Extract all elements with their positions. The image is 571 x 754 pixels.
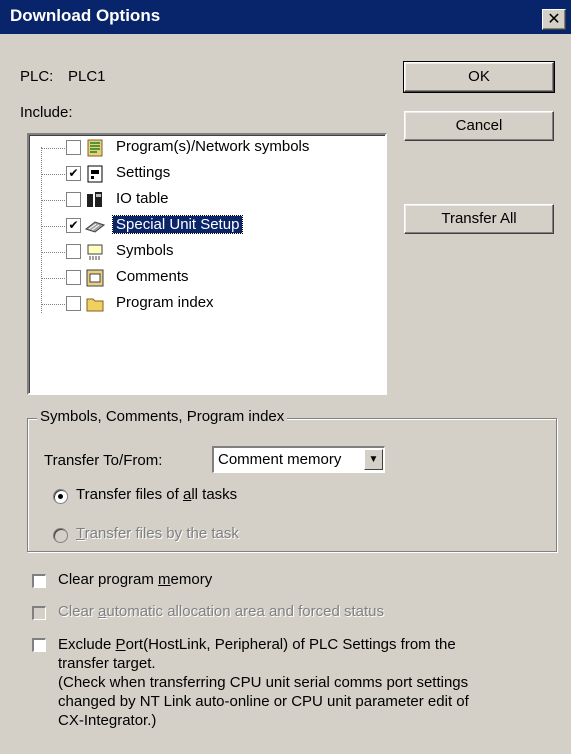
checkmark-icon: ✔ xyxy=(68,166,79,180)
exclude-port-line-2: transfer target. xyxy=(58,655,156,672)
select-value: Comment memory xyxy=(218,451,342,468)
plc-value: PLC1 xyxy=(68,68,106,85)
radio-all-tasks-label[interactable]: Transfer files of all tasks xyxy=(76,486,237,503)
tree-label-comments: Comments xyxy=(116,268,189,285)
clear-auto-allocation-checkbox[interactable] xyxy=(32,606,46,620)
tree-item-symbols[interactable]: Symbols xyxy=(29,239,379,265)
tree-item-comments[interactable]: Comments xyxy=(29,265,379,291)
radio-all-tasks[interactable] xyxy=(53,489,68,504)
special-unit-icon xyxy=(85,221,105,233)
program-icon xyxy=(87,139,103,157)
radio-dot xyxy=(58,494,63,499)
tree-label-program-index: Program index xyxy=(116,294,214,311)
exclude-port-line-3: (Check when transferring CPU unit serial… xyxy=(58,674,469,691)
plc-label: PLC: xyxy=(20,68,54,85)
radio-by-task-label: Transfer files by the task xyxy=(76,525,239,542)
cancel-button[interactable]: Cancel xyxy=(404,111,554,141)
tree-item-settings[interactable]: ✔ Settings xyxy=(29,161,379,187)
symbols-icon xyxy=(87,244,103,260)
checkmark-icon: ✔ xyxy=(68,218,79,232)
io-table-icon xyxy=(87,192,102,207)
tree-label-symbols: Symbols xyxy=(116,242,174,259)
radio-by-task[interactable] xyxy=(53,528,68,543)
tree-checkbox-io-table[interactable] xyxy=(66,192,81,207)
clear-auto-allocation-label: Clear automatic allocation area and forc… xyxy=(58,603,385,620)
close-icon: ✕ xyxy=(547,11,561,28)
download-options-dialog: Download Options ✕ PLC: PLC1 Include: Pr… xyxy=(0,0,571,754)
transfer-to-from-select[interactable]: Comment memory ▼ xyxy=(212,446,385,473)
tree-checkbox-program[interactable] xyxy=(66,140,81,155)
exclude-port-line-4: changed by NT Link auto-online or CPU un… xyxy=(58,693,469,710)
tree-checkbox-special-unit[interactable]: ✔ xyxy=(66,218,81,233)
tree-item-program[interactable]: Program(s)/Network symbols xyxy=(29,135,379,161)
tree-label-program: Program(s)/Network symbols xyxy=(116,138,310,155)
ok-button[interactable]: OK xyxy=(403,61,555,93)
include-label: Include: xyxy=(20,104,73,121)
tree-checkbox-program-index[interactable] xyxy=(66,296,81,311)
close-button[interactable]: ✕ xyxy=(542,9,566,30)
folder-icon xyxy=(86,298,104,312)
tree-label-special-unit: Special Unit Setup xyxy=(111,215,244,234)
transfer-all-button[interactable]: Transfer All xyxy=(404,204,554,234)
tree-item-special-unit[interactable]: ✔ Special Unit Setup xyxy=(29,213,379,239)
tree-label-settings: Settings xyxy=(116,164,171,181)
tree-checkbox-symbols[interactable] xyxy=(66,244,81,259)
clear-program-memory-checkbox[interactable] xyxy=(32,574,46,588)
group-title: Symbols, Comments, Program index xyxy=(37,408,288,425)
exclude-port-line-5: CX-Integrator.) xyxy=(58,712,157,729)
settings-icon xyxy=(87,165,103,183)
exclude-port-line-1: Exclude Port(HostLink, Peripheral) of PL… xyxy=(58,636,456,653)
include-tree[interactable]: Program(s)/Network symbols ✔ Settings IO… xyxy=(27,133,387,395)
tree-label-io-table: IO table xyxy=(116,190,169,207)
tree-item-io-table[interactable]: IO table xyxy=(29,187,379,213)
dialog-title: Download Options xyxy=(10,6,161,25)
clear-program-memory-label[interactable]: Clear program memory xyxy=(58,571,212,588)
transfer-to-from-label: Transfer To/From: xyxy=(44,452,163,469)
tree-item-program-index[interactable]: Program index xyxy=(29,291,379,317)
exclude-port-checkbox[interactable] xyxy=(32,638,46,652)
title-bar: Download Options ✕ xyxy=(0,0,571,34)
exclude-port-label[interactable]: Exclude Port(HostLink, Peripheral) of PL… xyxy=(58,635,469,730)
comments-icon xyxy=(86,269,104,287)
tree-checkbox-settings[interactable]: ✔ xyxy=(66,166,81,181)
dropdown-arrow-icon[interactable]: ▼ xyxy=(364,449,383,470)
tree-checkbox-comments[interactable] xyxy=(66,270,81,285)
